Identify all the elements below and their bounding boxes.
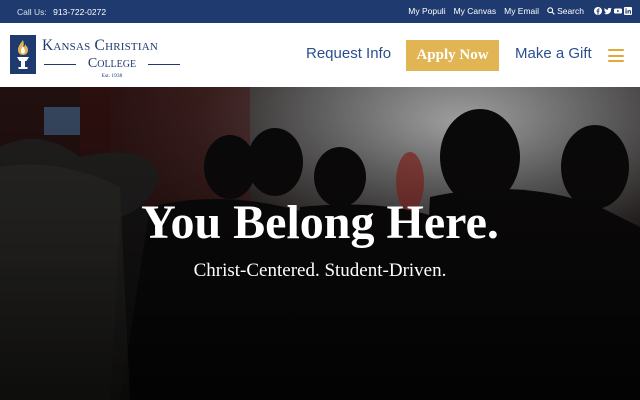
my-email-link[interactable]: My Email xyxy=(504,6,539,16)
call-us: Call Us: 913-722-0272 xyxy=(17,7,106,17)
request-info-link[interactable]: Request Info xyxy=(306,45,391,62)
hero-title: You Belong Here. xyxy=(141,196,499,249)
call-us-label: Call Us: xyxy=(17,7,47,17)
apply-now-button[interactable]: Apply Now xyxy=(406,40,499,71)
youtube-icon[interactable] xyxy=(614,7,622,15)
search-icon xyxy=(547,7,555,15)
phone-number-link[interactable]: 913-722-0272 xyxy=(53,7,106,17)
logo-line-2: College xyxy=(42,56,182,72)
utility-links: My Populi My Canvas My Email Search xyxy=(408,6,640,16)
site-header: Kansas Christian College Est. 1938 Reque… xyxy=(0,23,640,87)
college-torch-logo-icon[interactable] xyxy=(10,35,36,74)
my-populi-link[interactable]: My Populi xyxy=(408,6,445,16)
social-links xyxy=(592,7,632,15)
logo-line-1: Kansas Christian xyxy=(42,37,159,54)
twitter-icon[interactable] xyxy=(604,7,612,15)
search-label: Search xyxy=(557,6,584,16)
make-a-gift-link[interactable]: Make a Gift xyxy=(515,45,592,62)
menu-hamburger-icon[interactable] xyxy=(608,49,624,62)
college-wordmark[interactable]: Kansas Christian College Est. 1938 xyxy=(42,37,182,79)
my-canvas-link[interactable]: My Canvas xyxy=(454,6,497,16)
logo-established: Est. 1938 xyxy=(101,73,123,79)
hero-subtitle: Christ-Centered. Student-Driven. xyxy=(193,260,447,281)
facebook-icon[interactable] xyxy=(594,7,602,15)
search-button[interactable]: Search xyxy=(547,6,584,16)
hero-banner: You Belong Here. Christ-Centered. Studen… xyxy=(0,87,640,400)
linkedin-icon[interactable] xyxy=(624,7,632,15)
utility-bar: Call Us: 913-722-0272 My Populi My Canva… xyxy=(0,0,640,23)
